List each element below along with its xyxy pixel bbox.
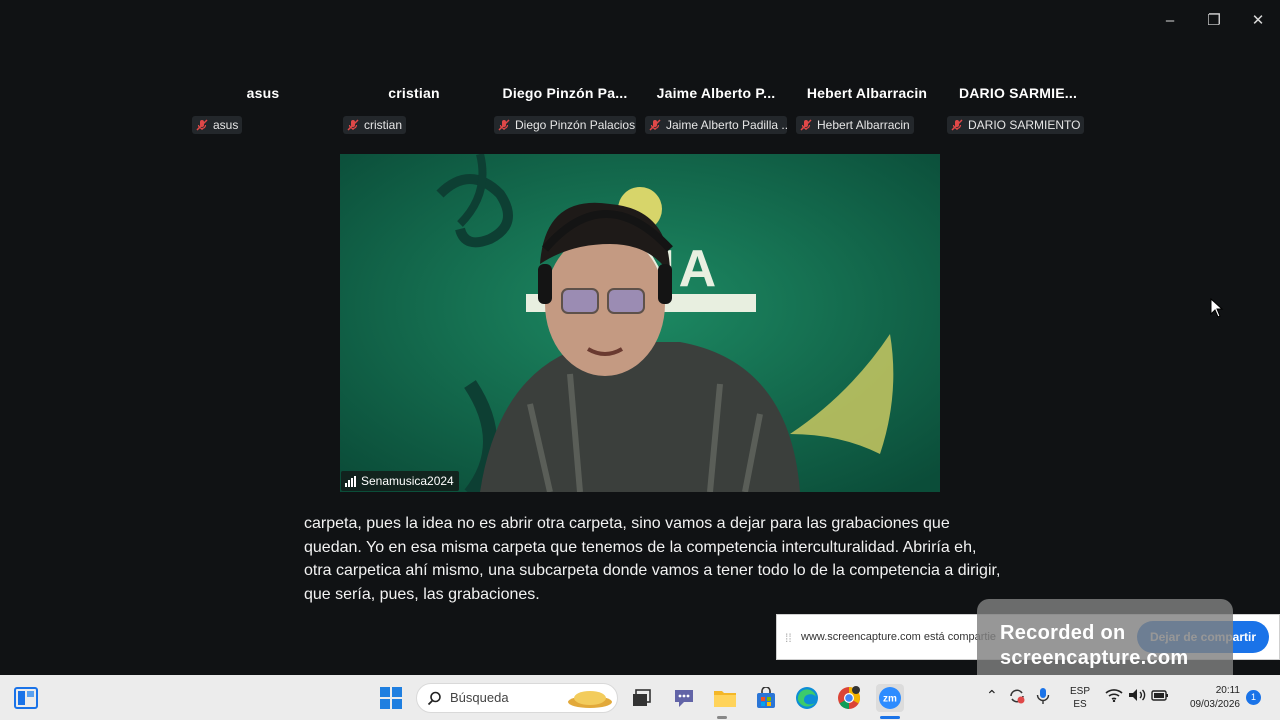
minimize-button[interactable]: – (1148, 0, 1192, 40)
svg-text:zm: zm (883, 694, 897, 705)
participant-label: Diego Pinzón Palacios (494, 116, 636, 134)
running-app-indicator (717, 716, 727, 719)
video-frame: SENA (340, 154, 940, 492)
mic-muted-icon (347, 119, 359, 131)
start-icon[interactable] (377, 684, 405, 712)
participant-tile[interactable]: Diego Pinzón Pa... Diego Pinzón Palacios (490, 82, 640, 138)
mic-muted-icon (498, 119, 510, 131)
participant-tile[interactable]: Jaime Alberto P... Jaime Alberto Padilla… (641, 82, 791, 138)
participant-label: cristian (343, 116, 407, 134)
live-caption: carpeta, pues la idea no es abrir otra c… (304, 515, 1001, 603)
close-button[interactable]: ✕ (1236, 0, 1280, 40)
active-app-indicator (880, 716, 900, 719)
microphone-icon[interactable] (1036, 687, 1050, 708)
notification-badge[interactable]: 1 (1246, 690, 1261, 705)
signal-bars-icon (345, 475, 356, 487)
participant-label: DARIO SARMIENTO (947, 116, 1085, 134)
widgets-icon[interactable] (12, 684, 40, 712)
language-indicator[interactable]: ESP ES (1070, 685, 1090, 711)
participant-name: cristian (388, 85, 440, 101)
file-explorer-icon[interactable] (711, 684, 739, 712)
mic-muted-icon (649, 119, 661, 131)
search-placeholder: Búsqueda (450, 690, 509, 705)
show-hidden-icons-icon[interactable]: ⌃ (986, 687, 998, 704)
drag-handle-icon[interactable]: ⁞⁞ (785, 631, 792, 645)
mic-muted-icon (196, 119, 208, 131)
battery-icon[interactable] (1151, 688, 1169, 705)
participant-tile[interactable]: Hebert Albarracin Hebert Albarracin (792, 82, 942, 138)
participant-tile[interactable]: DARIO SARMIE... DARIO SARMIENTO (943, 82, 1093, 138)
share-status-text: www.screencapture.com está compartie (801, 631, 997, 643)
sync-alert-icon[interactable] (1008, 687, 1026, 708)
wifi-icon[interactable] (1105, 688, 1123, 705)
active-speaker-video[interactable]: SENA (340, 154, 940, 492)
clock[interactable]: 20:11 09/03/2026 (1178, 684, 1240, 712)
teams-chat-icon[interactable] (670, 684, 698, 712)
participant-name: Diego Pinzón Pa... (502, 85, 628, 101)
participant-label: asus (192, 116, 243, 134)
mic-muted-icon (800, 119, 812, 131)
mouse-cursor-icon (1210, 298, 1224, 318)
participant-name: Jaime Alberto P... (656, 85, 776, 101)
search-icon (427, 691, 441, 706)
edge-browser-icon[interactable] (793, 684, 821, 712)
participant-name: asus (246, 85, 280, 101)
participant-tile[interactable]: cristian cristian (339, 82, 489, 138)
chrome-browser-icon[interactable] (835, 684, 863, 712)
task-view-icon[interactable] (628, 684, 656, 712)
participant-name: Hebert Albarracin (806, 85, 928, 101)
participant-label: Jaime Alberto Padilla ... (645, 116, 787, 134)
zoom-app-icon[interactable]: zm (876, 684, 904, 712)
participant-gallery: asus asus cristian cristian Diego Pinzón… (188, 82, 1092, 138)
taskbar: Búsqueda zm ⌃ ESP ES 20:11 09/03/2026 1 (0, 675, 1280, 720)
speaker-name-label: Senamusica2024 (341, 471, 459, 491)
taskbar-search[interactable]: Búsqueda (416, 683, 618, 713)
volume-icon[interactable] (1128, 688, 1146, 705)
participant-name: DARIO SARMIE... (958, 85, 1078, 101)
search-highlight-icon (568, 691, 612, 708)
store-icon[interactable] (752, 684, 780, 712)
participant-label: Hebert Albarracin (796, 116, 914, 134)
mic-muted-icon (951, 119, 963, 131)
participant-tile[interactable]: asus asus (188, 82, 338, 138)
restore-button[interactable]: ❐ (1192, 0, 1236, 40)
window-controls: – ❐ ✕ (1148, 0, 1280, 40)
